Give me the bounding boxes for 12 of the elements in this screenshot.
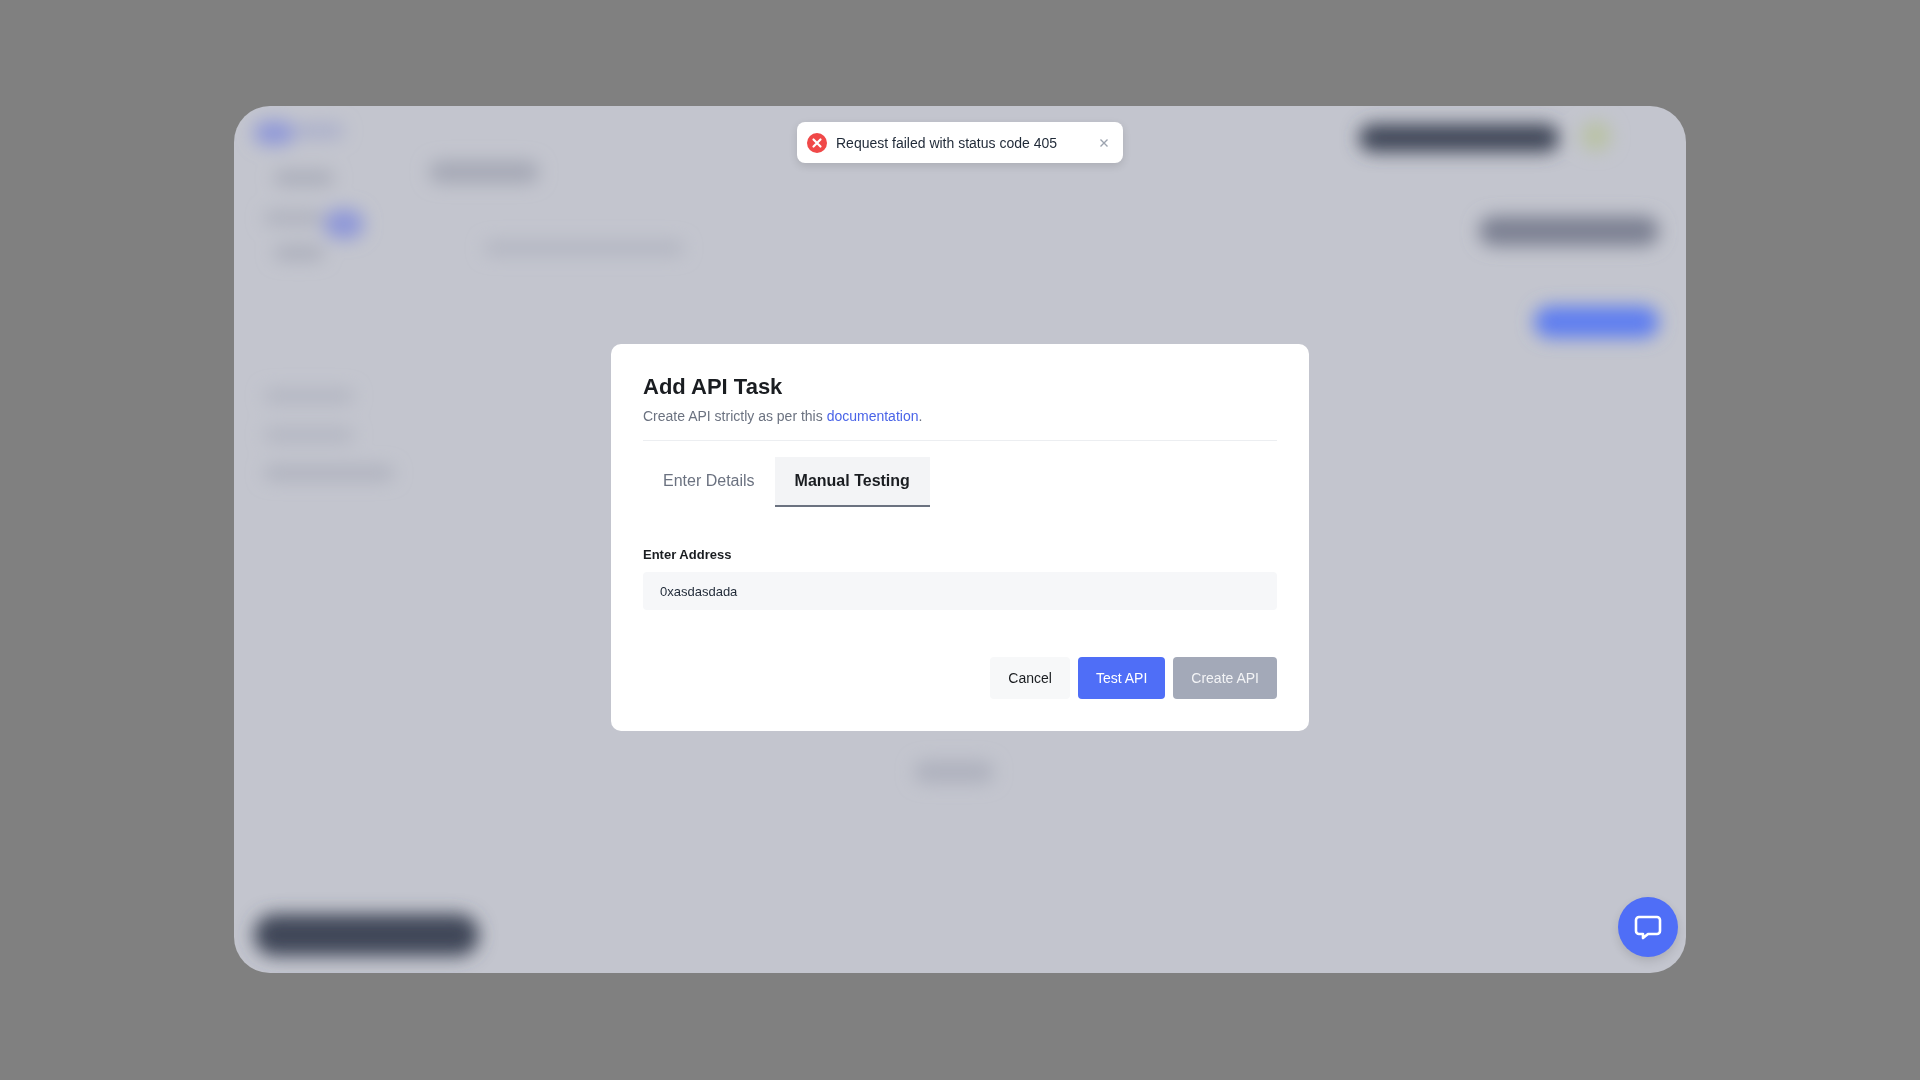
field-label: Enter Address [643,547,733,562]
address-input-field[interactable]: 0xasdasdada [643,572,1277,610]
primary-button[interactable]: Test API [1077,657,1166,699]
error-icon [807,132,827,153]
chat-button[interactable] [1618,897,1678,957]
tab[interactable]: Manual Testing [774,457,930,507]
tab[interactable]: Enter Details [643,457,775,507]
cancel-button[interactable]: Cancel [990,657,1070,699]
dialog-subtitle: Create API strictly as per this documentation. [643,408,924,424]
dialog-title: Add API Task [643,374,784,400]
toast-message: Request failed with status code 405 [836,134,1059,151]
close-icon[interactable] [1099,137,1109,148]
